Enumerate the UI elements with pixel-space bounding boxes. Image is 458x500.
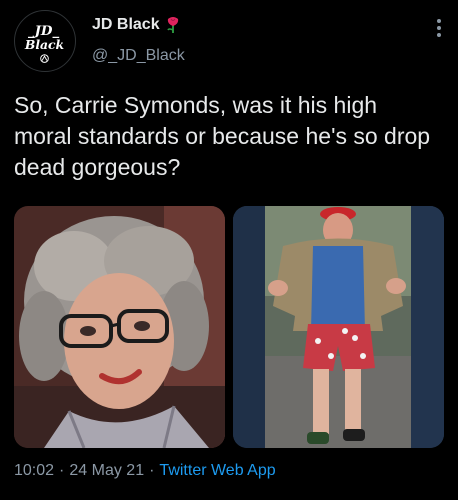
media-photo-1[interactable] xyxy=(14,206,225,448)
tweet-source-link[interactable]: Twitter Web App xyxy=(159,462,275,479)
tweet-meta: 10:02 · 24 May 21 · Twitter Web App xyxy=(14,462,276,480)
rose-icon xyxy=(165,16,181,34)
meta-separator-2: · xyxy=(149,462,155,479)
author-handle[interactable]: @_JD_Black xyxy=(92,47,185,65)
media-photo-2[interactable] xyxy=(233,206,444,448)
tweet-date[interactable]: 24 May 21 xyxy=(69,462,144,479)
meta-separator: · xyxy=(59,462,65,479)
svg-text:Black: Black xyxy=(24,37,64,52)
avatar-logo: _JD_ Black xyxy=(15,11,74,70)
author-name-row: JD Black xyxy=(92,16,181,34)
avatar[interactable]: _JD_ Black xyxy=(14,10,76,72)
tweet-media xyxy=(14,206,445,448)
tweet-time[interactable]: 10:02 xyxy=(14,462,54,479)
tweet-text: So, Carrie Symonds, was it his high mora… xyxy=(14,92,431,180)
display-name[interactable]: JD Black xyxy=(92,16,160,34)
more-options-icon[interactable] xyxy=(436,18,442,38)
